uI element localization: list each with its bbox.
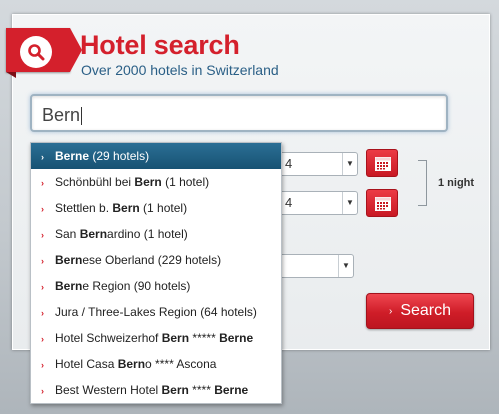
match-text: Bern xyxy=(161,383,189,397)
chevron-right-icon: › xyxy=(41,360,44,370)
calendar-icon xyxy=(375,197,391,211)
chevron-right-icon: › xyxy=(41,282,44,292)
nights-count: 1 night xyxy=(438,177,475,189)
chevron-right-icon: › xyxy=(41,204,44,214)
suggestion-text: ese Oberland (229 hotels) xyxy=(82,253,222,267)
checkin-day-value: 4 xyxy=(285,156,293,171)
nights-bracket xyxy=(418,160,427,206)
suggestion-item[interactable]: › Stettlen b. Bern (1 hotel) xyxy=(31,195,281,221)
match-text: Bern xyxy=(219,331,247,345)
chevron-right-icon: › xyxy=(41,256,44,266)
suggestion-text: Hotel Casa xyxy=(55,357,118,371)
checkout-day-select[interactable]: 4 ▼ xyxy=(270,191,358,215)
checkin-calendar-button[interactable] xyxy=(366,149,398,177)
checkout-day-value: 4 xyxy=(285,195,293,210)
match-text: Bern xyxy=(55,149,83,163)
suggestion-item[interactable]: › Hotel Casa Berno **** Ascona xyxy=(31,351,281,377)
suggestion-text: ardino (1 hotel) xyxy=(107,227,188,241)
chevron-down-icon: ▼ xyxy=(342,192,357,214)
suggestion-text: o **** Ascona xyxy=(145,357,217,371)
match-text: Bern xyxy=(55,253,83,267)
chevron-down-icon: ▼ xyxy=(338,255,353,277)
suggestion-item[interactable]: › Best Western Hotel Bern **** Berne xyxy=(31,377,281,403)
suggestion-item[interactable]: › Berne Region (90 hotels) xyxy=(31,273,281,299)
chevron-right-icon: › xyxy=(41,152,44,162)
suggestion-text: **** xyxy=(188,383,215,397)
calendar-icon xyxy=(375,157,391,171)
chevron-right-icon: › xyxy=(41,334,44,344)
suggestion-bold-suffix: e xyxy=(246,331,254,345)
chevron-right-icon: › xyxy=(41,308,44,318)
suggestion-text: ***** xyxy=(189,331,220,345)
suggestion-item[interactable]: › Jura / Three-Lakes Region (64 hotels) xyxy=(31,299,281,325)
search-icon xyxy=(20,36,52,68)
suggestion-text: (29 hotels) xyxy=(89,149,150,163)
suggestion-item[interactable]: › Bernese Oberland (229 hotels) xyxy=(31,247,281,273)
match-text: Bern xyxy=(55,279,83,293)
search-button-label: Search xyxy=(400,302,452,319)
chevron-right-icon: › xyxy=(388,306,393,317)
suggestion-text: (1 hotel) xyxy=(139,201,188,215)
match-text: Bern xyxy=(161,331,190,345)
match-text: Bern xyxy=(214,383,242,397)
suggestion-text: (1 hotel) xyxy=(161,175,210,189)
search-input-value: Bern xyxy=(42,105,81,125)
suggestion-bold-suffix: e xyxy=(241,383,249,397)
chevron-right-icon: › xyxy=(41,230,44,240)
suggestion-item[interactable]: › Berne (29 hotels) xyxy=(31,143,281,169)
rooms-select[interactable]: ▼ xyxy=(270,254,354,278)
autocomplete-dropdown: › Berne (29 hotels) › Schönbühl bei Bern (… xyxy=(30,142,282,404)
checkin-day-select[interactable]: 4 ▼ xyxy=(270,152,358,176)
badge-fold xyxy=(6,72,16,78)
text-caret xyxy=(81,107,83,126)
chevron-right-icon: › xyxy=(41,178,44,188)
suggestion-item[interactable]: › Schönbühl bei Bern (1 hotel) xyxy=(31,169,281,195)
page-title: Hotel search xyxy=(80,30,240,60)
suggestion-text: San xyxy=(55,227,80,241)
suggestion-text: Jura / Three-Lakes Region (64 hotels) xyxy=(55,305,257,319)
suggestion-item[interactable]: › San Bernardino (1 hotel) xyxy=(31,221,281,247)
chevron-down-icon: ▼ xyxy=(342,153,357,175)
search-button[interactable]: › Search xyxy=(366,293,474,329)
checkout-calendar-button[interactable] xyxy=(366,189,398,217)
suggestion-text: Hotel Schweizerhof xyxy=(55,331,162,345)
match-text: Bern xyxy=(79,227,108,241)
search-input[interactable]: Bern xyxy=(30,94,448,132)
suggestion-text: Stettlen b. xyxy=(55,201,113,215)
suggestion-text: e Region (90 hotels) xyxy=(82,279,191,293)
chevron-right-icon: › xyxy=(41,386,44,396)
page-subtitle: Over 2000 hotels in Switzerland xyxy=(81,62,279,78)
match-text: Bern xyxy=(112,201,140,215)
suggestion-text: Best Western Hotel xyxy=(55,383,162,397)
suggestion-item[interactable]: › Hotel Schweizerhof Bern ***** Berne xyxy=(31,325,281,351)
suggestion-text: Schönbühl bei xyxy=(55,175,135,189)
match-text: Bern xyxy=(134,175,162,189)
match-text: Bern xyxy=(117,357,146,371)
